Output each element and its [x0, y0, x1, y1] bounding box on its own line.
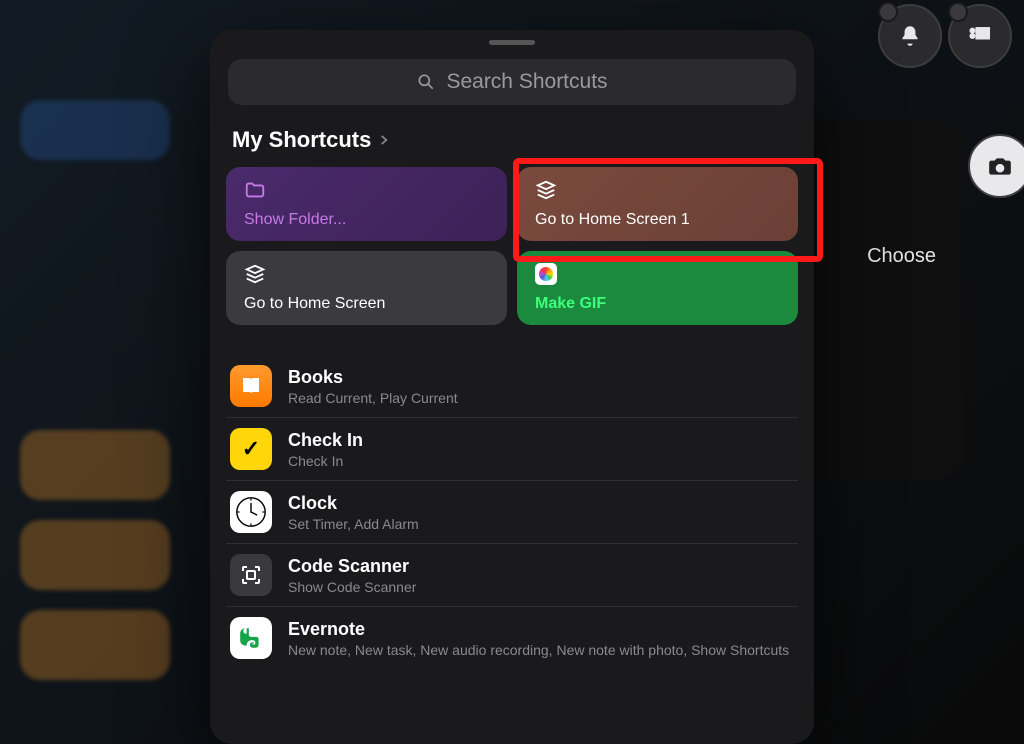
- stack-icon: [244, 263, 489, 285]
- close-dot-icon: [878, 2, 898, 22]
- search-icon: [416, 72, 436, 92]
- list-icon: [967, 23, 993, 49]
- photos-icon: [535, 263, 780, 285]
- choose-button[interactable]: Choose: [867, 245, 936, 268]
- app-title: Check In: [288, 430, 363, 451]
- sheet-grabber[interactable]: [489, 40, 535, 45]
- checkin-icon: ✓: [230, 428, 272, 470]
- scanner-icon: [230, 554, 272, 596]
- chevron-right-icon: [377, 133, 391, 147]
- app-subtitle: New note, New task, New audio recording,…: [288, 642, 789, 658]
- shortcut-home-screen-1[interactable]: Go to Home Screen 1: [517, 167, 798, 241]
- folder-icon: [244, 179, 489, 201]
- close-dot-icon: [948, 2, 968, 22]
- shortcut-home-screen[interactable]: Go to Home Screen: [226, 251, 507, 325]
- app-subtitle: Read Current, Play Current: [288, 390, 458, 406]
- apps-list: Books Read Current, Play Current ✓ Check…: [226, 355, 798, 669]
- app-row-evernote[interactable]: Evernote New note, New task, New audio r…: [226, 606, 798, 669]
- camera-bubble[interactable]: [968, 134, 1024, 198]
- notifications-bubble[interactable]: [878, 4, 942, 68]
- books-icon: [230, 365, 272, 407]
- clock-icon: [230, 491, 272, 533]
- app-title: Code Scanner: [288, 556, 416, 577]
- app-title: Clock: [288, 493, 419, 514]
- app-subtitle: Check In: [288, 453, 363, 469]
- bell-icon: [897, 23, 923, 49]
- app-subtitle: Set Timer, Add Alarm: [288, 516, 419, 532]
- shortcut-label: Show Folder...: [244, 211, 489, 229]
- shortcut-label: Go to Home Screen: [244, 295, 489, 313]
- camera-icon: [987, 153, 1013, 179]
- my-shortcuts-header[interactable]: My Shortcuts: [232, 127, 792, 153]
- app-title: Books: [288, 367, 458, 388]
- app-subtitle: Show Code Scanner: [288, 579, 416, 595]
- search-field[interactable]: Search Shortcuts: [228, 59, 796, 105]
- shortcut-make-gif[interactable]: Make GIF: [517, 251, 798, 325]
- app-switcher-bubble[interactable]: [948, 4, 1012, 68]
- shortcut-label: Go to Home Screen 1: [535, 211, 780, 229]
- assistive-touch-cluster: [842, 4, 1012, 138]
- shortcuts-grid: Show Folder... Go to Home Screen 1 Go to…: [226, 167, 798, 325]
- app-row-books[interactable]: Books Read Current, Play Current: [226, 355, 798, 417]
- evernote-icon: [230, 617, 272, 659]
- section-title: My Shortcuts: [232, 127, 371, 153]
- stack-icon: [535, 179, 780, 201]
- search-placeholder: Search Shortcuts: [446, 70, 607, 94]
- app-title: Evernote: [288, 619, 789, 640]
- shortcut-label: Make GIF: [535, 295, 780, 313]
- app-row-clock[interactable]: Clock Set Timer, Add Alarm: [226, 480, 798, 543]
- app-row-checkin[interactable]: ✓ Check In Check In: [226, 417, 798, 480]
- shortcuts-picker-sheet: Search Shortcuts My Shortcuts Show Folde…: [210, 30, 814, 744]
- app-row-scanner[interactable]: Code Scanner Show Code Scanner: [226, 543, 798, 606]
- shortcut-show-folder[interactable]: Show Folder...: [226, 167, 507, 241]
